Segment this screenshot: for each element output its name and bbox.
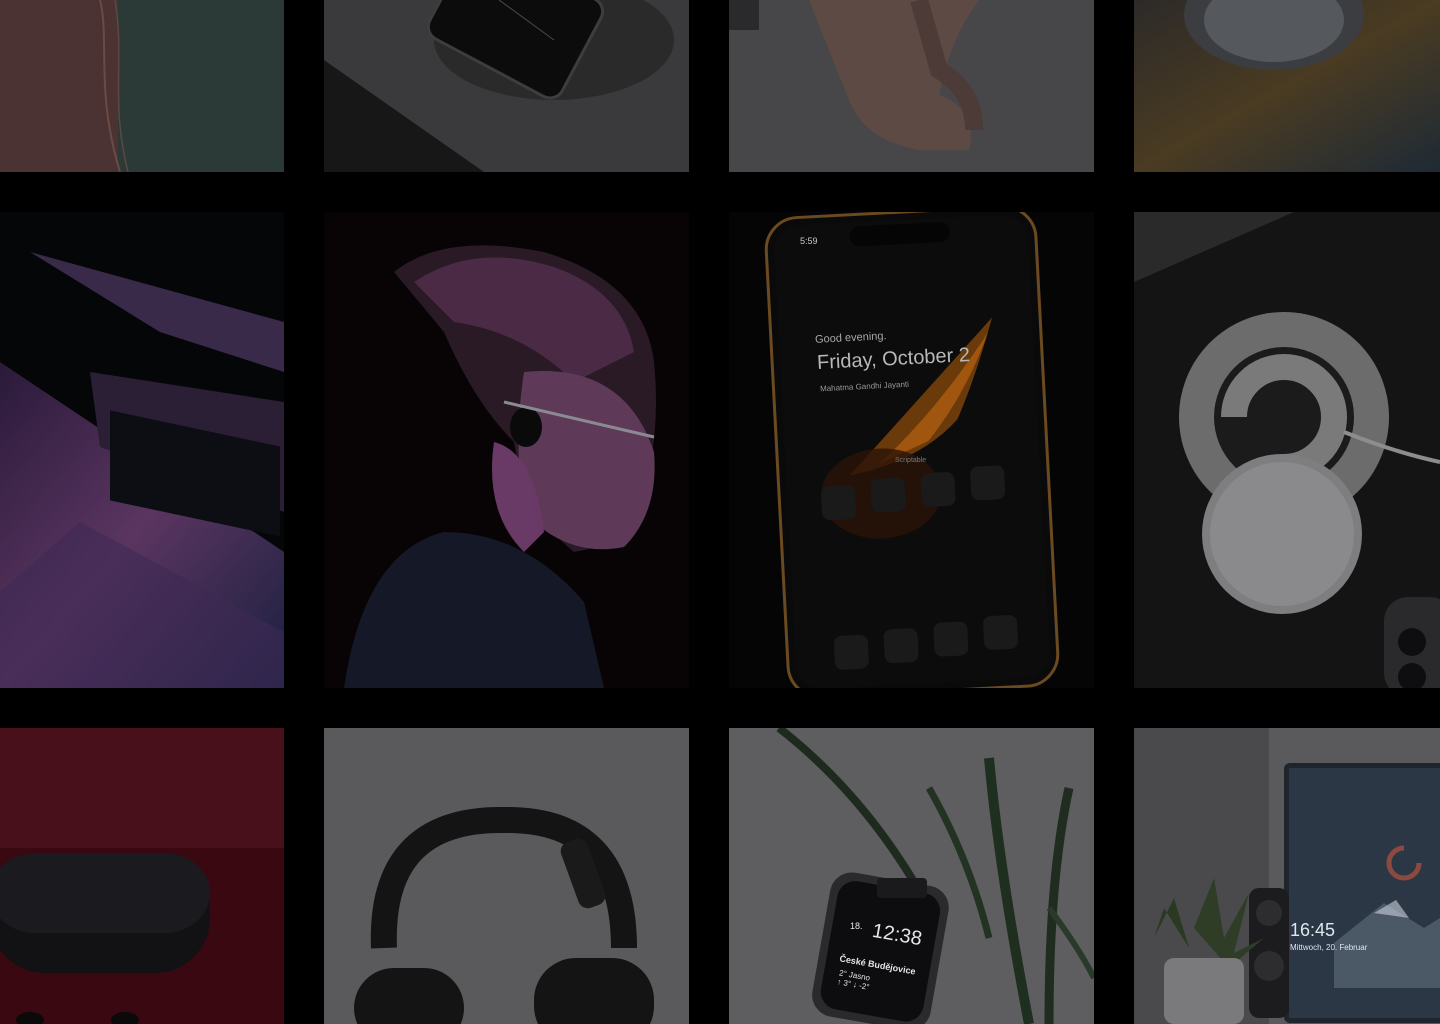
tile-pink-band[interactable] [729,0,1094,172]
tile-monitor-desk[interactable]: 16:45 Mittwoch, 20. Februar [1134,728,1440,1024]
tile-smartwatch-plant[interactable]: 18. 12:38 České Budějovice 2° Jasno ↑ 3°… [729,728,1094,1024]
phone-widget-label: Scriptable [895,457,927,464]
watch-date: 18. [850,921,863,931]
monitor-time: 16:45 [1290,920,1336,940]
tile-silver-orb[interactable] [1134,0,1440,172]
photo-gallery-grid: 5:59 Good evening. Friday, October 2 Mah… [0,0,1440,1024]
tile-man-with-earbuds[interactable] [324,212,689,688]
tile-phone-homescreen[interactable]: 5:59 Good evening. Friday, October 2 Mah… [729,212,1094,688]
tile-laptop-keyboard[interactable] [0,212,284,688]
tile-earbuds-case[interactable] [0,728,284,1024]
monitor-date: Mittwoch, 20. Februar [1290,943,1368,952]
tile-phone-on-charger[interactable] [324,0,689,172]
tile-headphones[interactable] [324,728,689,1024]
tile-magsafe-stand[interactable] [1134,212,1440,688]
tile-pastel-cable[interactable] [0,0,284,172]
phone-status-time: 5:59 [800,236,818,246]
